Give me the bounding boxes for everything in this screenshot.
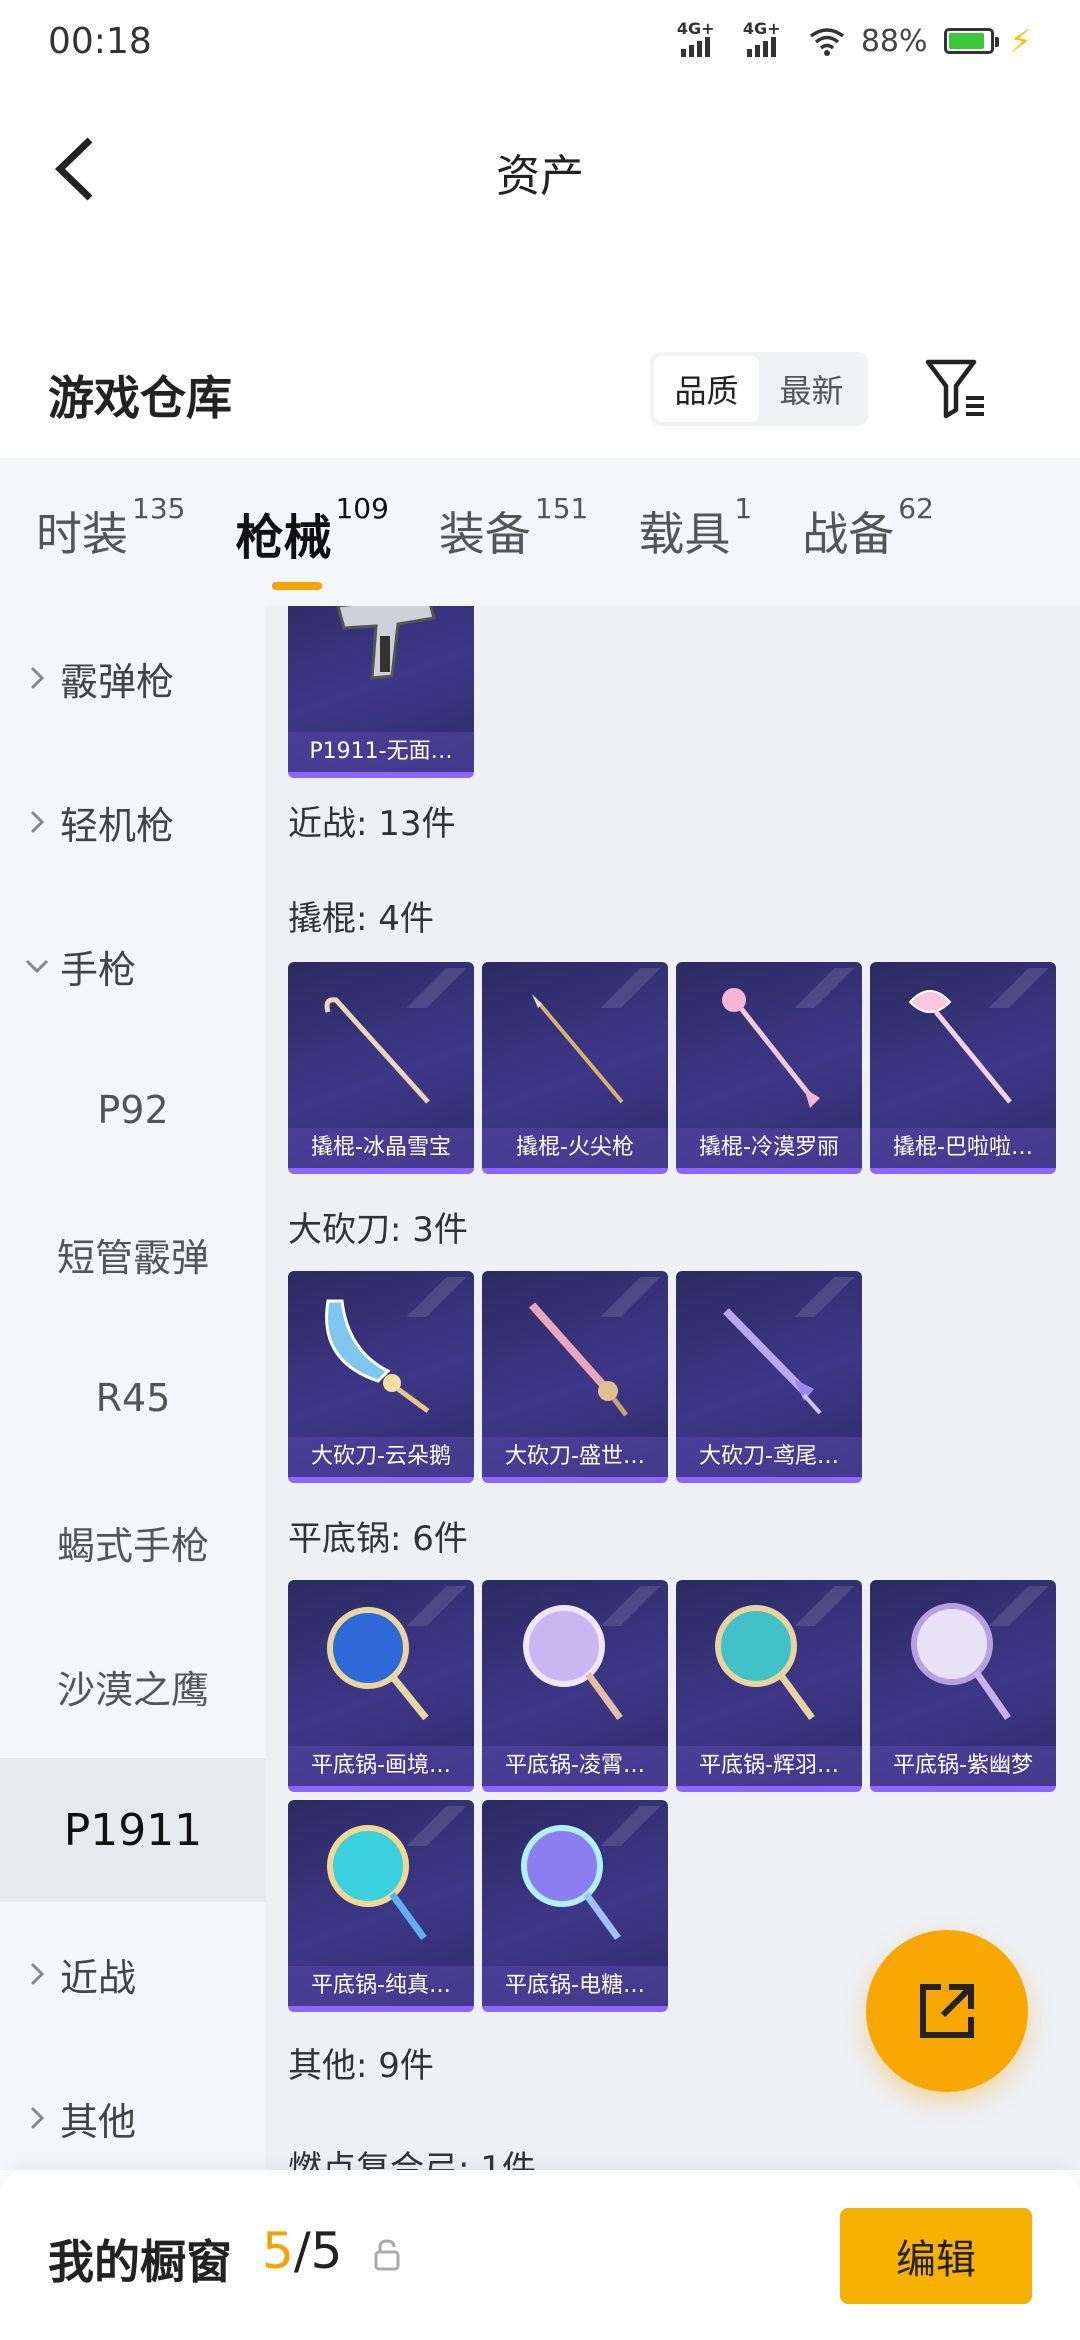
pan-icon	[327, 1607, 429, 1721]
status-time: 00:18	[48, 20, 152, 62]
pan-icon	[715, 1605, 815, 1721]
wand-icon	[722, 988, 820, 1108]
pan-icon	[521, 1825, 621, 1941]
sidebar-item-other[interactable]: 其他	[0, 2046, 266, 2170]
item-card[interactable]: 大砍刀-鸢尾…	[676, 1271, 862, 1483]
sort-quality-button[interactable]: 品质	[654, 356, 759, 422]
sidebar-item-melee[interactable]: 近战	[0, 1902, 266, 2046]
chevron-right-icon	[0, 2105, 60, 2131]
pan-icon	[911, 1603, 1011, 1720]
pan-icon	[523, 1605, 623, 1721]
page-title: 资产	[496, 151, 584, 202]
iris-blade-icon	[723, 1308, 822, 1415]
share-button[interactable]	[866, 1930, 1028, 2092]
sidebar-item-p1911[interactable]: P1911	[0, 1758, 266, 1902]
item-card[interactable]: 平底锅-紫幽梦	[870, 1580, 1056, 1792]
spear-icon	[532, 994, 624, 1104]
battery-percent: 88%	[860, 23, 928, 59]
tab-fashion[interactable]: 时装 135	[36, 492, 185, 564]
charging-icon: ⚡	[1009, 22, 1032, 60]
cellular-signal-icon: 4G+	[677, 19, 727, 59]
sort-toggle: 品质 最新	[650, 352, 868, 426]
sidebar-item-pistol[interactable]: 手枪	[0, 894, 266, 1038]
item-card[interactable]: 撬棍-冰晶雪宝	[288, 962, 474, 1174]
item-card[interactable]: 平底锅-凌霄…	[482, 1580, 668, 1792]
filter-button[interactable]	[922, 352, 988, 422]
cellular-signal-icon-2: 4G+	[743, 19, 793, 59]
sidebar-item-lmg[interactable]: 轻机枪	[0, 750, 266, 894]
item-card[interactable]: 平底锅-电糖…	[482, 1800, 668, 2012]
sidebar-item-r45[interactable]: R45	[0, 1326, 266, 1470]
chevron-down-icon	[0, 957, 60, 975]
battery-icon	[943, 28, 999, 54]
external-link-icon	[920, 1984, 974, 2038]
wifi-icon	[809, 28, 844, 56]
tab-active-indicator	[272, 582, 323, 590]
chevron-right-icon	[0, 665, 60, 691]
status-bar: 00:18 4G+ 4G+ 88% ⚡	[0, 0, 1080, 82]
lock-icon	[374, 2239, 400, 2271]
item-card[interactable]: 撬棍-巴啦啦…	[870, 962, 1056, 1174]
weapon-type-sidebar: 霰弹枪 轻机枪 手枪 P92 短管霰弹 R45 蝎式手枪 沙漠之鹰 P1911 …	[0, 606, 266, 2170]
machete-icon	[325, 1299, 430, 1414]
crowbar-icon	[324, 997, 430, 1104]
sidebar-item-sawed-off[interactable]: 短管霰弹	[0, 1182, 266, 1326]
section-header: 游戏仓库 品质 最新	[0, 340, 1080, 450]
pan-icon	[327, 1825, 427, 1941]
group-title-crowbar: 撬棍: 4件	[288, 899, 434, 939]
item-card[interactable]: 平底锅-画境…	[288, 1580, 474, 1792]
group-title-melee: 近战: 13件	[288, 804, 456, 844]
sort-newest-button[interactable]: 最新	[759, 356, 864, 422]
item-card[interactable]: 平底锅-纯真…	[288, 1800, 474, 2012]
item-card[interactable]: 撬棍-冷漠罗丽	[676, 962, 862, 1174]
magic-wand-icon	[908, 990, 1012, 1104]
filter-icon	[925, 359, 984, 419]
showcase-bar: 我的橱窗 5/5 编辑	[0, 2170, 1080, 2340]
sidebar-item-p92[interactable]: P92	[0, 1038, 266, 1182]
status-icons: 4G+ 4G+ 88% ⚡	[677, 19, 1032, 60]
sidebar-item-shotgun[interactable]: 霰弹枪	[0, 606, 266, 750]
sidebar-item-skorpion[interactable]: 蝎式手枪	[0, 1470, 266, 1614]
pistol-icon	[336, 606, 436, 680]
category-tabs: 时装 135 枪械109 装备 151 载具 1 战备 62	[0, 458, 1080, 606]
chevron-right-icon	[0, 1961, 60, 1987]
group-title-pan: 平底锅: 6件	[288, 1519, 468, 1559]
chevron-right-icon	[0, 809, 60, 835]
tab-firearms[interactable]: 枪械109	[235, 492, 389, 590]
item-card[interactable]: 大砍刀-盛世…	[482, 1271, 668, 1483]
item-card[interactable]: 平底锅-辉羽…	[676, 1580, 862, 1792]
title-bar: 资产	[0, 110, 1080, 230]
showcase-label: 我的橱窗	[48, 2235, 232, 2289]
item-card[interactable]: 撬棍-火尖枪	[482, 962, 668, 1174]
tab-vehicles[interactable]: 载具 1	[638, 492, 752, 564]
showcase-count: 5/5	[262, 2222, 343, 2280]
edit-button[interactable]: 编辑	[840, 2208, 1032, 2304]
group-title-machete: 大砍刀: 3件	[288, 1210, 468, 1250]
blade-icon	[529, 1302, 628, 1417]
tab-equipment[interactable]: 装备 151	[439, 492, 588, 564]
item-card[interactable]: P1911-无面…	[288, 606, 474, 778]
group-title-compound-bow: 燃点复合弓: 1件	[288, 2149, 536, 2170]
item-card[interactable]: 大砍刀-云朵鹅	[288, 1271, 474, 1483]
section-title: 游戏仓库	[48, 371, 232, 425]
sidebar-item-deagle[interactable]: 沙漠之鹰	[0, 1614, 266, 1758]
tab-supplies[interactable]: 战备 62	[802, 492, 934, 564]
